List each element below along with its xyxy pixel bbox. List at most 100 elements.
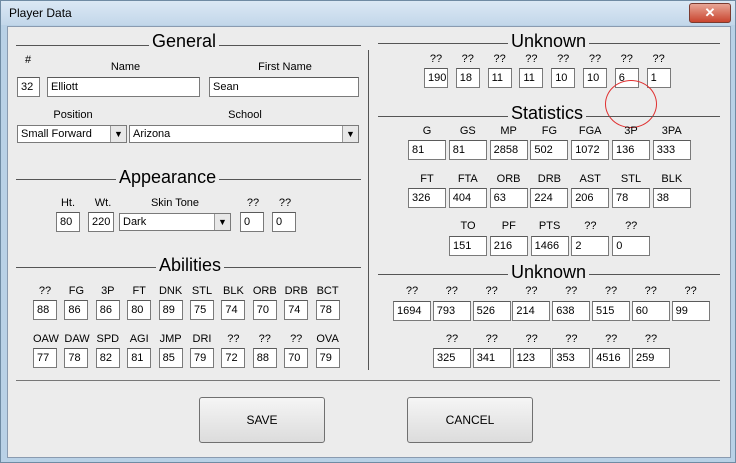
ability-field[interactable]: 88 [33,300,57,320]
stat-field[interactable]: 502 [530,140,569,160]
unknown2-field[interactable]: 259 [632,348,670,368]
unknown1-field[interactable]: 11 [519,68,544,88]
unknown2-field[interactable]: 99 [671,301,710,321]
stat-field[interactable]: 333 [652,140,691,160]
unknown2-field[interactable]: 60 [631,301,670,321]
unknown1-field[interactable]: 190 [424,68,448,88]
window-title: Player Data [9,6,72,20]
stat-field[interactable]: 81 [448,140,487,160]
unknown2-field[interactable]: 526 [472,301,511,321]
stat-field[interactable]: 206 [571,188,610,208]
wt-label: Wt. [94,197,112,209]
stat-field[interactable]: 404 [448,188,487,208]
stat-field[interactable]: 0 [612,236,651,256]
ability-field[interactable]: 80 [127,300,152,320]
stat-field[interactable]: 1466 [530,236,569,256]
unknown2-field[interactable]: 4516 [592,348,631,368]
appearance-unknown1-field[interactable]: 0 [240,212,264,232]
ability-field[interactable]: 70 [252,300,277,320]
ability-label: FG [68,285,85,297]
wt-field[interactable]: 220 [88,212,114,232]
first-name-label: First Name [258,61,312,73]
appearance-unknown2-label: ?? [278,197,292,209]
stat-field[interactable]: 2858 [489,140,528,160]
stat-field[interactable]: 136 [612,140,650,160]
unknown1-field[interactable]: 10 [583,68,607,88]
stat-field[interactable]: 224 [530,188,569,208]
unknown1-label: ?? [493,53,506,65]
save-button[interactable]: SAVE [199,397,325,443]
ability-field[interactable]: 77 [33,348,57,368]
unknown2-field[interactable]: 325 [433,348,471,368]
stat-field[interactable]: 63 [489,188,528,208]
bottom-divider [16,380,720,381]
skin-tone-value: Dark [123,216,147,228]
stat-field[interactable]: 1072 [571,140,610,160]
stat-field[interactable]: 2 [571,236,610,256]
appearance-unknown2-field[interactable]: 0 [272,212,296,232]
unknown2-field[interactable]: 341 [472,348,511,368]
unknown1-field[interactable]: 1 [646,68,671,88]
unknown1-label: ?? [588,53,602,65]
unknown2-field[interactable]: 515 [592,301,630,321]
cancel-button[interactable]: CANCEL [407,397,533,443]
unknown1-heading: Unknown [508,31,590,52]
stat-field[interactable]: 151 [449,236,487,256]
unknown2-field[interactable]: 214 [512,301,551,321]
title-bar[interactable]: Player Data ✕ [1,1,735,25]
stat-field[interactable]: 78 [612,188,650,208]
unknown2-field[interactable]: 123 [512,348,551,368]
ability-field[interactable]: 88 [252,348,277,368]
ability-field[interactable]: 74 [221,300,246,320]
ability-field[interactable]: 86 [95,300,120,320]
close-button[interactable]: ✕ [689,3,731,23]
ability-field[interactable]: 86 [64,300,89,320]
stat-label: GS [459,125,476,137]
unknown2-field[interactable]: 638 [552,301,591,321]
ability-field[interactable]: 79 [190,348,214,368]
unknown2-label: ?? [684,285,697,297]
stat-field[interactable]: 326 [408,188,446,208]
ability-field[interactable]: 74 [284,300,309,320]
stat-field[interactable]: 81 [408,140,446,160]
ability-label: OAW [33,333,59,345]
ability-field[interactable]: 72 [221,348,246,368]
unknown2-field[interactable]: 793 [432,301,471,321]
ability-field[interactable]: 82 [95,348,120,368]
ability-field[interactable]: 85 [158,348,183,368]
unknown2-label: ?? [565,285,578,297]
ability-field[interactable]: 78 [315,300,340,320]
unknown1-field[interactable]: 18 [455,68,480,88]
ability-label: BCT [316,285,339,297]
skin-tone-select[interactable]: Dark ▼ [119,213,231,231]
chevron-down-icon[interactable]: ▼ [342,126,358,142]
ability-label: ?? [290,333,303,345]
unknown1-field[interactable]: 11 [487,68,512,88]
ability-field[interactable]: 70 [284,348,309,368]
unknown2-field[interactable]: 1694 [393,301,431,321]
unknown2-field[interactable]: 353 [552,348,591,368]
ability-field[interactable]: 75 [190,300,214,320]
ability-label: SPD [96,333,120,345]
ability-label: ?? [38,285,52,297]
ht-field[interactable]: 80 [56,212,80,232]
chevron-down-icon[interactable]: ▼ [110,126,126,142]
last-name-field[interactable]: Elliott [47,77,200,97]
school-select[interactable]: Arizona ▼ [129,125,359,143]
ability-label: DRI [192,333,212,345]
school-label: School [228,109,262,121]
position-select[interactable]: Small Forward ▼ [17,125,127,143]
statistics-heading: Statistics [508,103,587,124]
chevron-down-icon[interactable]: ▼ [214,214,230,230]
num-field[interactable]: 32 [17,77,40,97]
first-name-field[interactable]: Sean [209,77,359,97]
ability-field[interactable]: 81 [127,348,152,368]
ability-field[interactable]: 79 [315,348,340,368]
unknown2-label: ?? [485,285,498,297]
ability-field[interactable]: 89 [158,300,183,320]
ability-field[interactable]: 78 [64,348,89,368]
stat-label: MP [500,125,517,137]
stat-field[interactable]: 38 [652,188,691,208]
stat-field[interactable]: 216 [489,236,528,256]
unknown1-field[interactable]: 10 [551,68,576,88]
